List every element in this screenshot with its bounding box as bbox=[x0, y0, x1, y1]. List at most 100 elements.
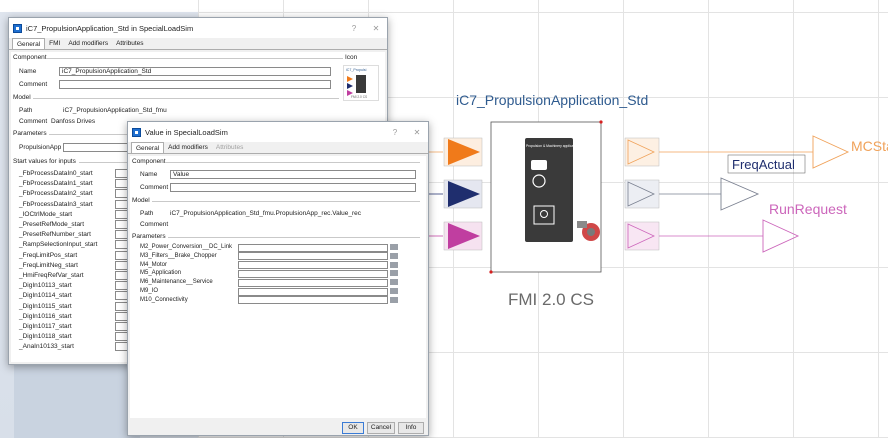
parameter-label: M6_Maintenance__Service bbox=[140, 279, 213, 286]
divider bbox=[33, 98, 339, 99]
value-dialog[interactable]: Value in SpecialLoadSim ? ✕ General Add … bbox=[127, 121, 429, 436]
window-background-top bbox=[0, 0, 198, 12]
tab-fmi[interactable]: FMI bbox=[45, 38, 64, 49]
parameter-field[interactable] bbox=[238, 278, 388, 287]
model-group-label: Model bbox=[13, 94, 31, 101]
tab-add-modifiers[interactable]: Add modifiers bbox=[64, 38, 112, 49]
comment-label: Comment bbox=[19, 81, 48, 88]
name-field[interactable]: Value bbox=[170, 170, 416, 179]
corner-dot bbox=[599, 120, 603, 124]
divider bbox=[47, 58, 343, 59]
start-value-label: _AnaIn10133_start bbox=[19, 343, 74, 351]
comment-field[interactable] bbox=[59, 80, 331, 89]
motor-core bbox=[587, 228, 595, 236]
block-title: iC7_PropulsionApplication_Std bbox=[456, 92, 649, 108]
parameter-field[interactable] bbox=[238, 243, 388, 252]
output-label-freqactual: FreqActual bbox=[732, 157, 795, 172]
app-icon bbox=[132, 127, 141, 137]
path-value: iC7_PropulsionApplication_Std_fmu.Propul… bbox=[170, 210, 362, 217]
edit-menu-icon[interactable] bbox=[390, 270, 398, 277]
start-value-label: _DigIn10114_start bbox=[19, 292, 72, 300]
start-value-label: _RampSelectionInput_start bbox=[19, 241, 98, 249]
output-label-runrequest: RunRequest bbox=[769, 201, 847, 217]
left-panel-shape bbox=[14, 360, 140, 438]
tab-bar: General Add modifiers Attributes bbox=[128, 142, 428, 154]
dialog-title: Value in SpecialLoadSim bbox=[145, 127, 228, 137]
start-values-group-label: Start values for inputs bbox=[13, 158, 76, 165]
general-panel: Component Name Value Comment Model Path … bbox=[130, 156, 426, 418]
corner-dot bbox=[489, 270, 493, 274]
close-button[interactable]: ✕ bbox=[365, 24, 387, 33]
motor-housing bbox=[577, 221, 587, 228]
start-value-label: _PresetRefMode_start bbox=[19, 221, 85, 228]
parameters-group-label: Parameters bbox=[132, 233, 166, 240]
parameter-field[interactable] bbox=[238, 287, 388, 296]
path-label: Path bbox=[140, 210, 154, 217]
icon-group-label: Icon bbox=[345, 54, 358, 61]
parameter-field[interactable] bbox=[238, 261, 388, 270]
param-propulsion-field[interactable] bbox=[63, 143, 133, 152]
cancel-button[interactable]: Cancel bbox=[367, 422, 395, 434]
path-label: Path bbox=[19, 107, 33, 114]
block-subtitle: FMI 2.0 CS bbox=[508, 290, 594, 309]
name-label: Name bbox=[19, 68, 37, 75]
start-value-label: _FbProcessDataIn1_start bbox=[19, 180, 93, 188]
close-button[interactable]: ✕ bbox=[406, 128, 428, 137]
output-label-mcstatus: MCStatus bbox=[851, 138, 888, 154]
app-icon bbox=[13, 23, 22, 33]
tab-attributes: Attributes bbox=[215, 144, 244, 151]
edit-menu-icon[interactable] bbox=[390, 261, 398, 268]
model-group-label: Model bbox=[132, 197, 150, 204]
info-button[interactable]: Info bbox=[398, 422, 424, 434]
parameter-field[interactable] bbox=[238, 269, 388, 278]
drive-display bbox=[531, 160, 547, 170]
edit-menu-icon[interactable] bbox=[390, 279, 398, 286]
drive-device-icon bbox=[525, 138, 573, 242]
start-value-label: _DigIn10118_start bbox=[19, 333, 72, 341]
divider bbox=[166, 162, 420, 163]
start-value-label: _DigIn10117_start bbox=[19, 323, 72, 330]
tab-general[interactable]: General bbox=[131, 142, 165, 153]
icon-thumb-sub: FMI 2.0 CS bbox=[351, 95, 368, 99]
start-value-label: _HmiFreqRefVar_start bbox=[19, 272, 84, 279]
edit-menu-icon[interactable] bbox=[390, 288, 398, 294]
edit-menu-icon[interactable] bbox=[390, 244, 398, 250]
parameter-field[interactable] bbox=[238, 252, 388, 261]
component-group-label: Component bbox=[13, 54, 47, 61]
tab-general[interactable]: General bbox=[12, 38, 46, 49]
parameter-label: M4_Motor bbox=[140, 261, 168, 268]
edit-menu-icon[interactable] bbox=[390, 296, 398, 303]
output-connector-freqactual[interactable] bbox=[720, 177, 760, 211]
parameter-field[interactable] bbox=[238, 296, 388, 305]
icon-thumb-device bbox=[356, 75, 366, 93]
start-value-label: _FreqLimitNeg_start bbox=[19, 261, 78, 269]
title-bar[interactable]: iC7_PropulsionApplication_Std in Special… bbox=[9, 18, 387, 38]
tab-attributes[interactable]: Attributes bbox=[112, 38, 147, 49]
ok-button[interactable]: OK bbox=[342, 422, 364, 434]
name-field[interactable]: iC7_PropulsionApplication_Std bbox=[59, 67, 331, 76]
comment-label: Comment bbox=[140, 184, 169, 191]
edit-menu-icon[interactable] bbox=[390, 252, 398, 259]
comment-field[interactable] bbox=[170, 183, 416, 192]
icon-thumb-port bbox=[347, 83, 353, 89]
component-icon-thumbnail: iC7_Propulsi FMI 2.0 CS bbox=[343, 65, 379, 101]
help-button[interactable]: ? bbox=[343, 24, 365, 33]
name-label: Name bbox=[140, 171, 158, 178]
divider bbox=[168, 237, 420, 238]
tab-bar: General FMI Add modifiers Attributes bbox=[9, 38, 387, 50]
start-value-label: _DigIn10116_start bbox=[19, 312, 72, 320]
icon-thumb-port bbox=[347, 76, 353, 82]
inner-model-label: Propulsion & Machinery application model bbox=[526, 144, 590, 148]
output-connector-runrequest[interactable] bbox=[762, 219, 800, 253]
start-value-label: _FbProcessDataIn2_start bbox=[19, 190, 93, 198]
start-value-label: _FbProcessDataIn0_start bbox=[19, 170, 93, 177]
output-connector-mcstatus[interactable] bbox=[812, 135, 850, 169]
comment2-label: Comment bbox=[140, 221, 169, 228]
start-value-label: _PresetRefNumber_start bbox=[19, 231, 91, 239]
parameter-label: M2_Power_Conversion__DC_Link bbox=[140, 244, 233, 250]
param-propulsion-label: PropulsionApp bbox=[19, 144, 62, 151]
path-value: iC7_PropulsionApplication_Std_fmu bbox=[63, 107, 167, 114]
help-button[interactable]: ? bbox=[384, 128, 406, 137]
tab-add-modifiers[interactable]: Add modifiers bbox=[164, 142, 212, 153]
title-bar[interactable]: Value in SpecialLoadSim ? ✕ bbox=[128, 122, 428, 142]
